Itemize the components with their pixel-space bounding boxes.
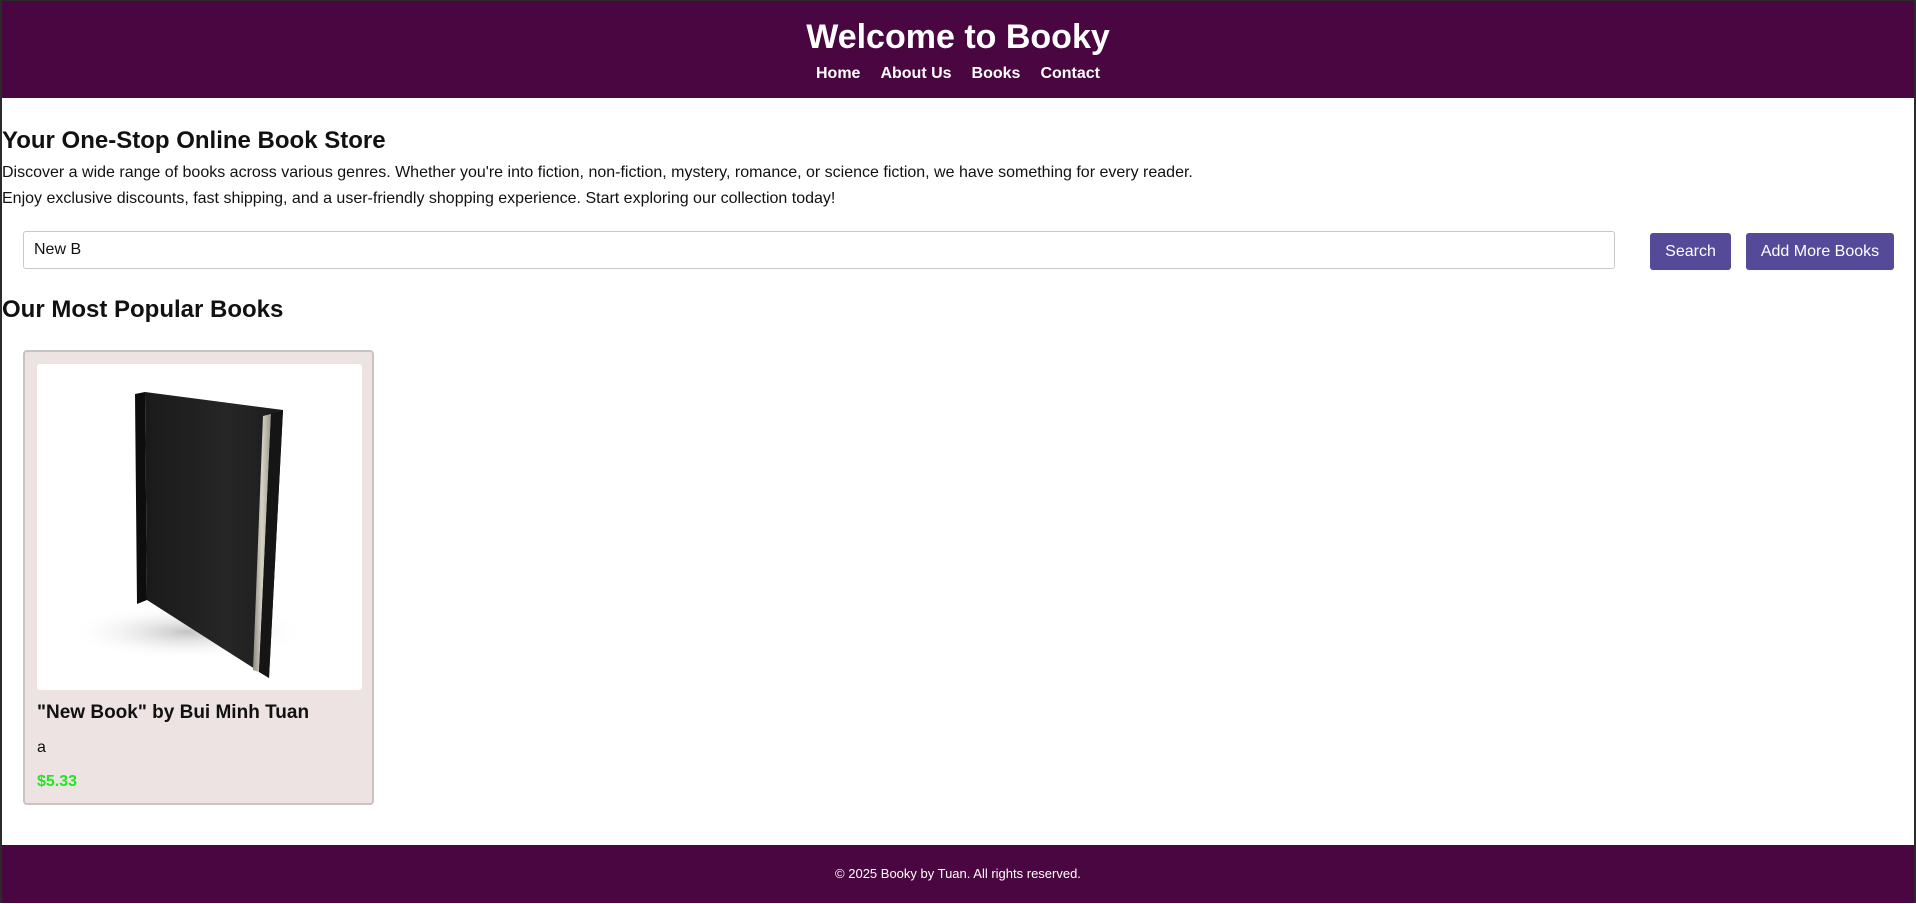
- main-nav: Home About Us Books Contact: [2, 64, 1914, 84]
- site-header: Welcome to Booky Home About Us Books Con…: [2, 1, 1914, 98]
- search-button[interactable]: Search: [1650, 233, 1731, 270]
- add-more-books-button[interactable]: Add More Books: [1746, 233, 1894, 270]
- book-card[interactable]: "New Book" by Bui Minh Tuan a $5.33: [23, 350, 374, 805]
- hero-title: Your One-Stop Online Book Store: [2, 127, 386, 154]
- site-title: Welcome to Booky: [806, 18, 1110, 56]
- nav-contact-link[interactable]: Contact: [1040, 64, 1100, 84]
- book-icon: [67, 392, 307, 678]
- site-footer: © 2025 Booky by Tuan. All rights reserve…: [2, 845, 1914, 903]
- footer-copyright: © 2025 Booky by Tuan. All rights reserve…: [835, 866, 1081, 881]
- nav-about-link[interactable]: About Us: [880, 64, 951, 84]
- nav-books-link[interactable]: Books: [972, 64, 1021, 84]
- page: Welcome to Booky Home About Us Books Con…: [0, 0, 1916, 903]
- book-description: a: [37, 739, 46, 756]
- search-input[interactable]: [23, 231, 1615, 269]
- book-cover-image: [37, 364, 362, 690]
- popular-books-title: Our Most Popular Books: [2, 296, 284, 323]
- nav-home-link[interactable]: Home: [816, 64, 860, 84]
- book-price: $5.33: [37, 773, 78, 790]
- hero-description-2: Enjoy exclusive discounts, fast shipping…: [2, 190, 836, 207]
- book-title: "New Book" by Bui Minh Tuan: [37, 702, 310, 723]
- hero-description-1: Discover a wide range of books across va…: [2, 164, 1193, 181]
